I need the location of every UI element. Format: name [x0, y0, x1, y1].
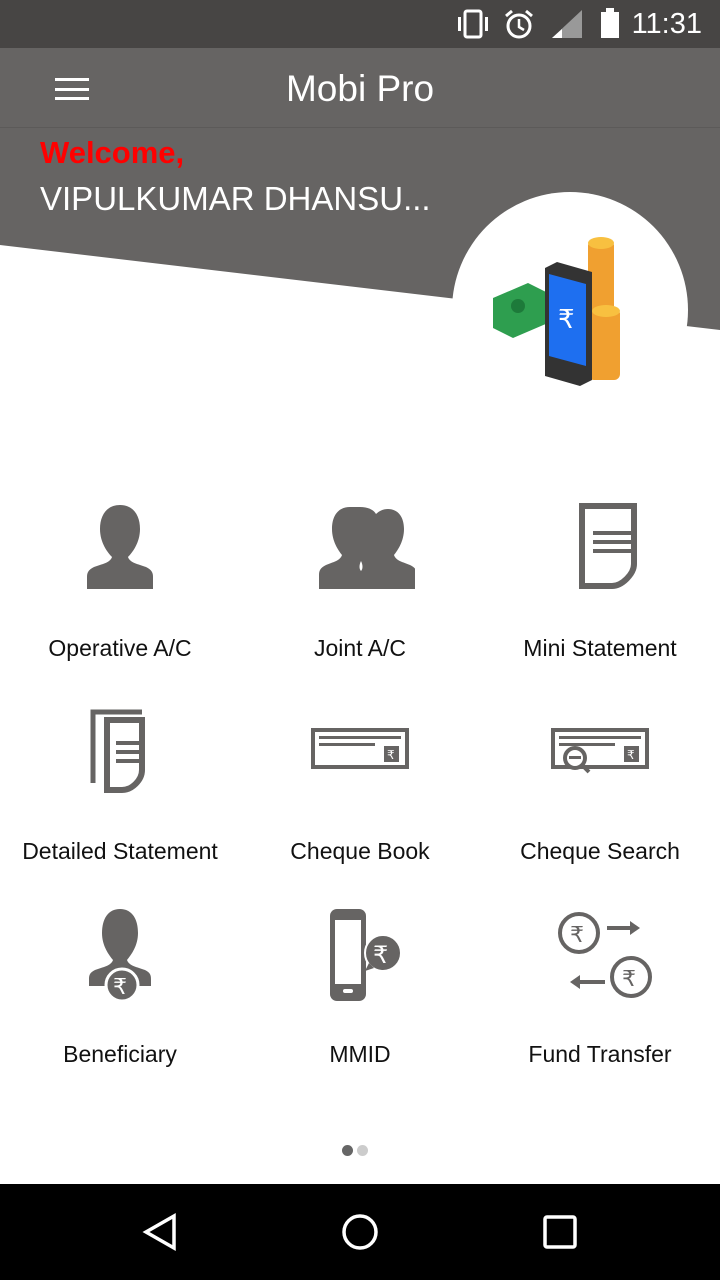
- user-name: VIPULKUMAR DHANSU...: [40, 180, 431, 217]
- person-icon: [87, 505, 153, 589]
- svg-text:₹: ₹: [373, 941, 388, 969]
- menu-item-label: Mini Statement: [523, 635, 677, 661]
- status-bar: 11:31: [0, 0, 720, 48]
- back-icon[interactable]: [140, 1212, 180, 1252]
- page-indicator: [342, 1143, 372, 1161]
- menu-item-label: Fund Transfer: [528, 1041, 672, 1067]
- home-icon[interactable]: [340, 1212, 380, 1252]
- svg-text:₹: ₹: [570, 923, 584, 948]
- recents-icon[interactable]: [540, 1212, 580, 1252]
- cheque-search-icon: ₹: [551, 728, 649, 774]
- page-dot-active[interactable]: [342, 1145, 353, 1156]
- menu-item-mini-statement[interactable]: Mini Statement: [480, 495, 720, 661]
- page-dot[interactable]: [357, 1145, 368, 1156]
- menu-item-cheque-book[interactable]: ₹ Cheque Book: [240, 698, 480, 864]
- svg-text:₹: ₹: [113, 975, 127, 1000]
- menu-item-joint-ac[interactable]: Joint A/C: [240, 495, 480, 661]
- svg-text:₹: ₹: [387, 748, 395, 762]
- app-title: Mobi Pro: [285, 68, 435, 109]
- welcome-banner: ₹: [0, 128, 720, 428]
- menu-item-label: Detailed Statement: [22, 838, 218, 864]
- navigation-bar: [0, 1184, 720, 1280]
- app-bar: Mobi Pro: [0, 48, 720, 128]
- menu-item-label: Operative A/C: [48, 635, 192, 661]
- svg-text:₹: ₹: [622, 967, 636, 992]
- signal-icon: [552, 10, 582, 38]
- menu-item-label: MMID: [329, 1041, 391, 1067]
- document-icon: [579, 503, 637, 589]
- menu-item-cheque-search[interactable]: ₹ Cheque Search: [480, 698, 720, 864]
- battery-icon: [601, 8, 619, 38]
- menu-item-label: Cheque Search: [520, 838, 680, 864]
- beneficiary-icon: ₹: [89, 909, 151, 1001]
- menu-item-label: Joint A/C: [313, 635, 407, 661]
- documents-icon: [90, 709, 145, 793]
- vibrate-icon: [458, 9, 488, 39]
- menu-item-label: Cheque Book: [290, 838, 430, 864]
- two-persons-icon: [319, 507, 415, 589]
- menu-item-label: Beneficiary: [63, 1041, 177, 1067]
- menu-item-fund-transfer[interactable]: ₹ ₹ Fund Transfer: [480, 901, 720, 1067]
- mobile-rupee-icon: ₹: [330, 909, 402, 1001]
- menu-item-operative-ac[interactable]: Operative A/C: [0, 495, 240, 661]
- status-time: 11:31: [631, 8, 702, 40]
- welcome-label: Welcome,: [40, 135, 185, 170]
- menu-item-detailed-statement[interactable]: Detailed Statement: [0, 698, 240, 864]
- fund-transfer-icon: ₹₹: [558, 912, 652, 998]
- svg-text:₹: ₹: [627, 748, 635, 762]
- menu-item-mmid[interactable]: ₹ MMID: [240, 901, 480, 1067]
- alarm-icon: [505, 9, 533, 39]
- cheque-icon: ₹: [311, 728, 409, 769]
- menu-item-beneficiary[interactable]: ₹ Beneficiary: [0, 901, 240, 1067]
- svg-text:₹: ₹: [558, 305, 575, 335]
